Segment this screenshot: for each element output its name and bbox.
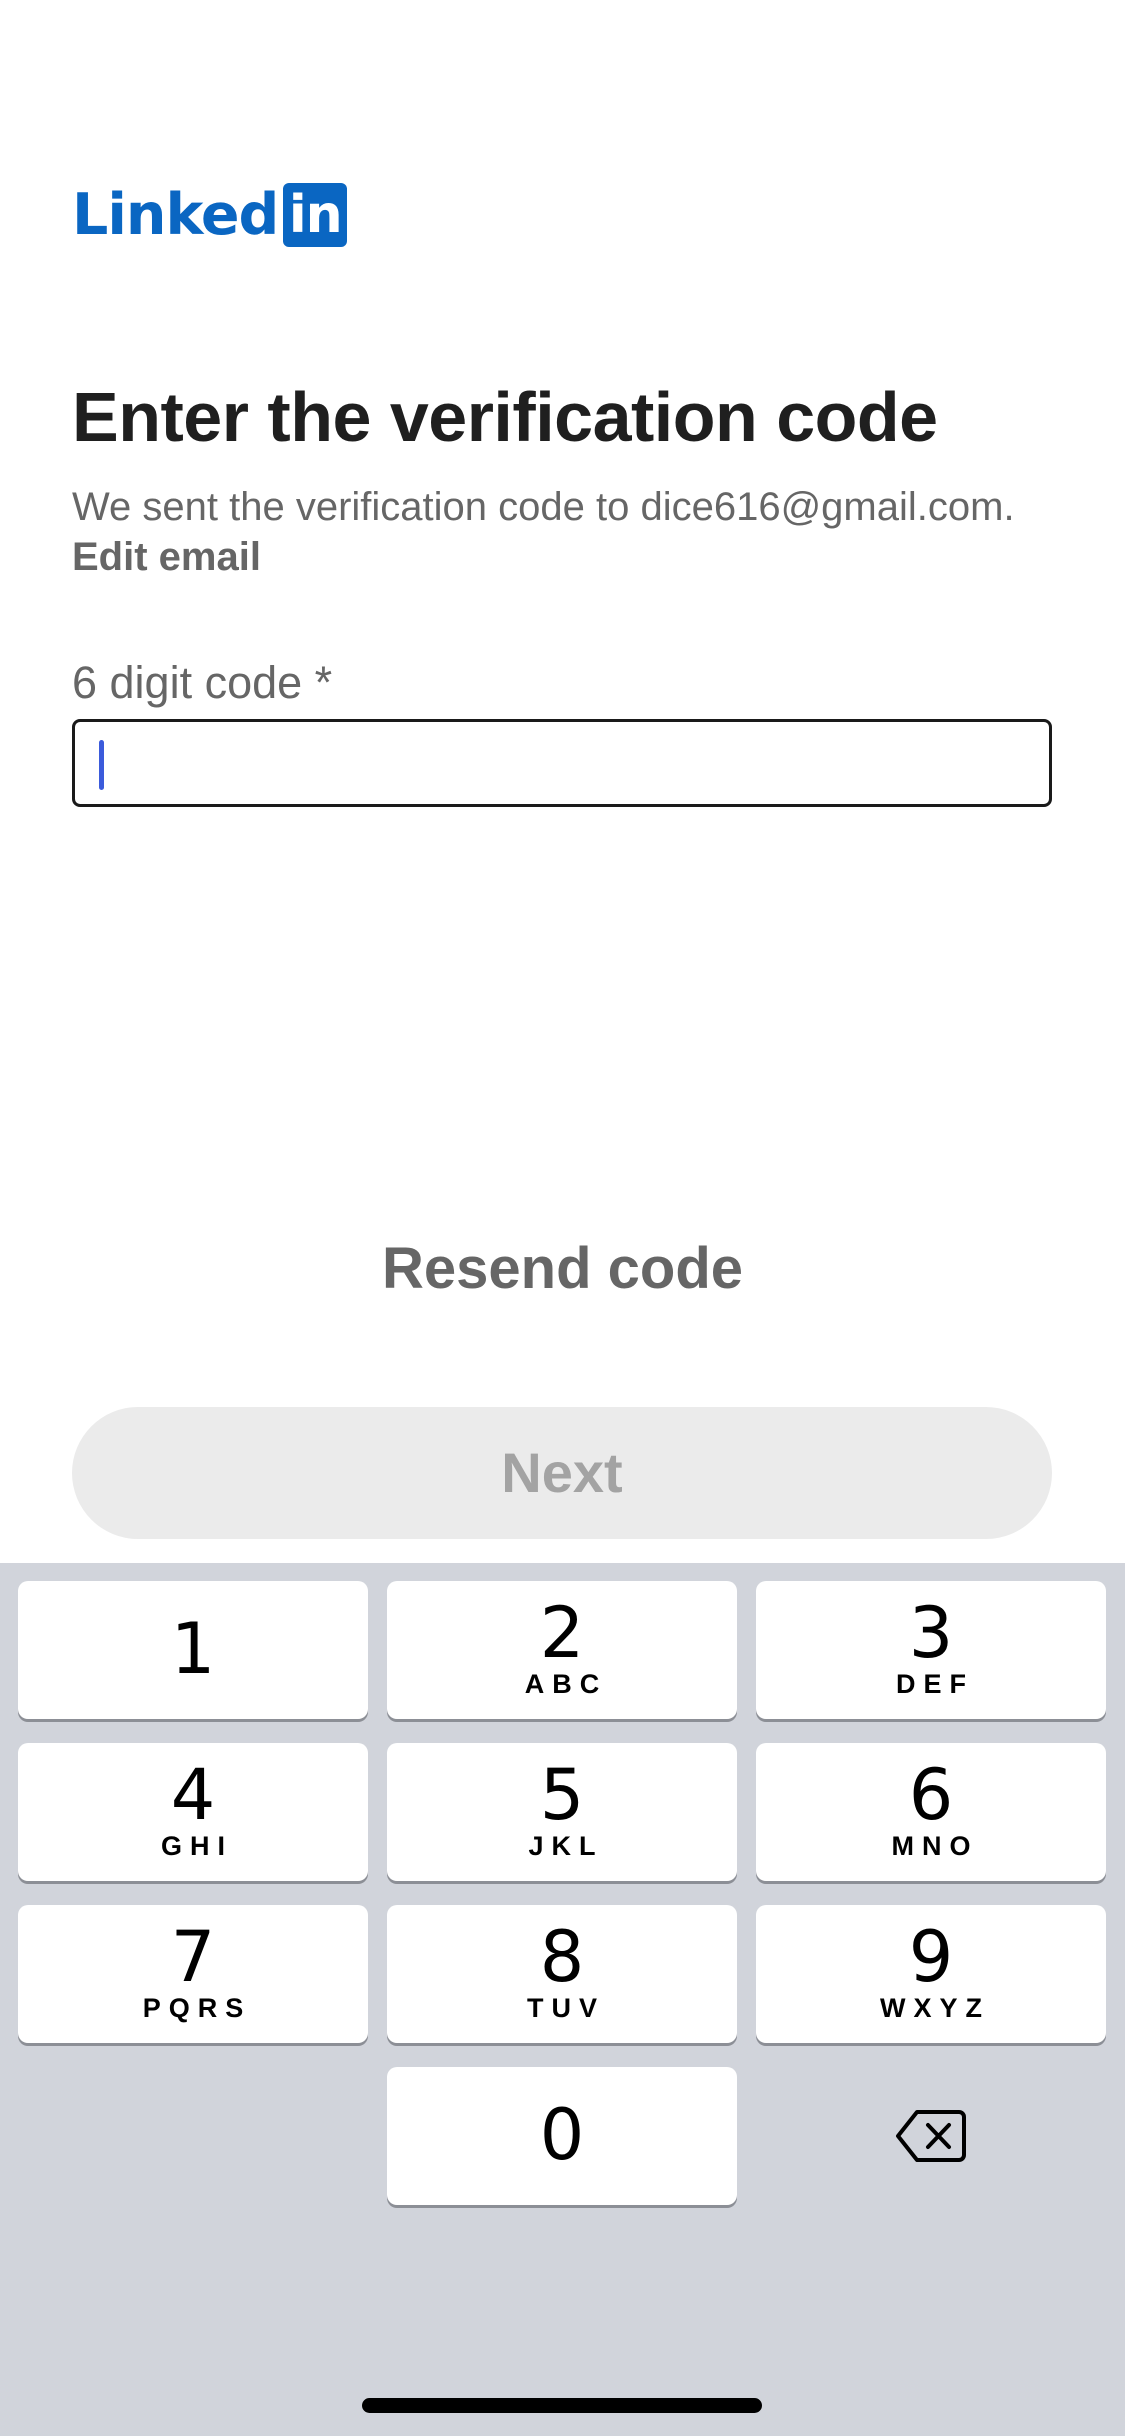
key-7[interactable]: 7 PQRS [18, 1905, 368, 2043]
linkedin-logo: Linked in [72, 182, 348, 248]
key-2[interactable]: 2 ABC [387, 1581, 737, 1719]
resend-code-button[interactable]: Resend code [0, 1234, 1125, 1304]
key-letters: DEF [896, 1669, 974, 1699]
key-letters: JKL [528, 1831, 604, 1861]
key-9[interactable]: 9 WXYZ [756, 1905, 1106, 2043]
key-letters: GHI [160, 1831, 233, 1861]
key-8[interactable]: 8 TUV [387, 1905, 737, 2043]
key-6[interactable]: 6 MNO [756, 1743, 1106, 1881]
key-digit: 9 [908, 1916, 954, 1998]
key-letters: PQRS [142, 1993, 252, 2023]
key-letters: WXYZ [880, 1993, 990, 2023]
key-digit: 1 [170, 1608, 216, 1690]
description-text: We sent the verification code to dice616… [72, 485, 1015, 529]
key-letters: ABC [524, 1669, 608, 1699]
key-letters: MNO [891, 1831, 979, 1861]
key-0[interactable]: 0 [387, 2067, 737, 2205]
key-letters: TUV [527, 1993, 605, 2023]
verification-description: We sent the verification code to dice616… [72, 482, 1052, 582]
code-field-label: 6 digit code * [72, 657, 333, 708]
logo-in-box: in [283, 183, 348, 247]
key-4[interactable]: 4 GHI [18, 1743, 368, 1881]
home-indicator[interactable] [362, 2398, 762, 2413]
key-digit: 4 [170, 1754, 216, 1836]
backspace-key[interactable] [756, 2067, 1106, 2205]
key-1[interactable]: 1 [18, 1581, 368, 1719]
text-caret [99, 740, 104, 790]
numeric-keypad: 1 2 ABC 3 DEF 4 GHI 5 JKL 6 MNO 7 PQRS 8… [0, 1563, 1125, 2436]
code-input[interactable] [72, 719, 1052, 807]
logo-wordmark: Linked [72, 182, 279, 248]
key-5[interactable]: 5 JKL [387, 1743, 737, 1881]
key-digit: 3 [908, 1592, 954, 1674]
key-digit: 8 [539, 1916, 585, 1998]
key-digit: 2 [539, 1592, 585, 1674]
key-3[interactable]: 3 DEF [756, 1581, 1106, 1719]
key-digit: 0 [539, 2094, 585, 2176]
page-title: Enter the verification code [72, 378, 938, 456]
key-digit: 7 [170, 1916, 216, 1998]
next-button[interactable]: Next [72, 1407, 1052, 1539]
key-digit: 5 [539, 1754, 585, 1836]
key-digit: 6 [908, 1754, 954, 1836]
edit-email-link[interactable]: Edit email [72, 535, 261, 579]
backspace-icon [896, 2110, 966, 2162]
